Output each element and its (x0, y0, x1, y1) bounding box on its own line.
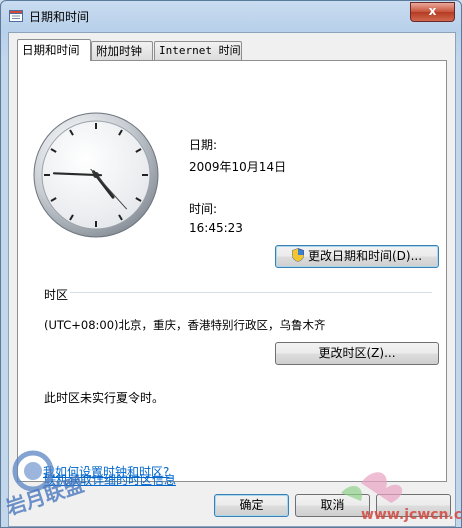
site-watermark-logo: 岩月联盟 (2, 450, 87, 520)
window-title: 日期和时间 (29, 10, 90, 24)
watermark-right-text: www.jcwcn.com (361, 507, 461, 523)
change-date-time-button[interactable]: 更改日期和时间(D)... (275, 245, 439, 268)
dst-note: 此时区未实行夏令时。 (44, 391, 165, 405)
date-value: 2009年10月14日 (189, 160, 287, 174)
close-button[interactable]: x (410, 2, 455, 22)
ok-button[interactable]: 确定 (214, 494, 289, 517)
timezone-value: (UTC+08:00)北京，重庆，香港特别行政区，乌鲁木齐 (44, 318, 326, 332)
tab-panel: 日期: 2009年10月14日 时间: 16:45:23 更改日期和时间(D).… (17, 60, 447, 487)
dialog-window: 日期和时间 x 日期和时间 附加时钟 Internet 时间 日期: 2009年… (0, 0, 462, 528)
analog-clock-icon (33, 112, 159, 238)
site-watermark-right: www.jcwcn.com (341, 472, 461, 523)
date-label: 日期: (189, 138, 218, 152)
tab-date-time[interactable]: 日期和时间 (17, 39, 91, 61)
change-timezone-button[interactable]: 更改时区(Z)... (275, 342, 439, 365)
title-bar[interactable]: 日期和时间 x (1, 1, 461, 31)
uac-shield-icon (292, 248, 304, 262)
tab-additional-clocks[interactable]: 附加时钟 (91, 41, 153, 60)
time-value: 16:45:23 (189, 221, 243, 235)
timezone-section-label: 时区 (44, 288, 69, 302)
timezone-divider (70, 292, 432, 293)
calendar-clock-icon (9, 10, 23, 22)
change-date-time-label: 更改日期和时间(D)... (307, 249, 423, 263)
time-label: 时间: (189, 202, 218, 216)
tab-internet-time[interactable]: Internet 时间 (154, 41, 242, 60)
